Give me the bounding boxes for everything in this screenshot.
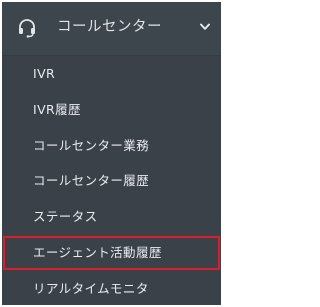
chevron-down-icon[interactable] — [200, 23, 210, 31]
menu-item-label: リアルタイムモニタ — [33, 280, 149, 296]
menu-item-callcenter-history[interactable]: コールセンター履歴 — [2, 163, 221, 199]
menu-item-callcenter-operations[interactable]: コールセンター業務 — [2, 128, 221, 164]
menu-item-agent-activity-history[interactable]: エージェント活動履歴 — [2, 235, 221, 271]
menu-item-ivr[interactable]: IVR — [2, 56, 221, 92]
sidebar-panel: コールセンター IVR IVR履歴 コールセンター業務 コールセンター履歴 ステ… — [2, 2, 221, 305]
menu-item-label: IVR履歴 — [33, 101, 81, 117]
menu-item-label: コールセンター業務 — [33, 137, 150, 153]
menu-item-label: IVR — [33, 66, 56, 81]
callcenter-menu-title: コールセンター — [57, 19, 162, 35]
menu-item-label: エージェント活動履歴 — [33, 244, 162, 260]
menu-item-ivr-history[interactable]: IVR履歴 — [2, 92, 221, 128]
menu-item-status[interactable]: ステータス — [2, 199, 221, 235]
callcenter-submenu: IVR IVR履歴 コールセンター業務 コールセンター履歴 ステータス エージェ… — [2, 56, 221, 305]
headset-icon — [19, 19, 35, 38]
menu-item-label: ステータス — [33, 209, 98, 225]
menu-item-realtime-monitor[interactable]: リアルタイムモニタ — [2, 271, 221, 305]
menu-item-label: コールセンター履歴 — [33, 173, 150, 189]
callcenter-menu-header[interactable]: コールセンター — [2, 2, 221, 56]
